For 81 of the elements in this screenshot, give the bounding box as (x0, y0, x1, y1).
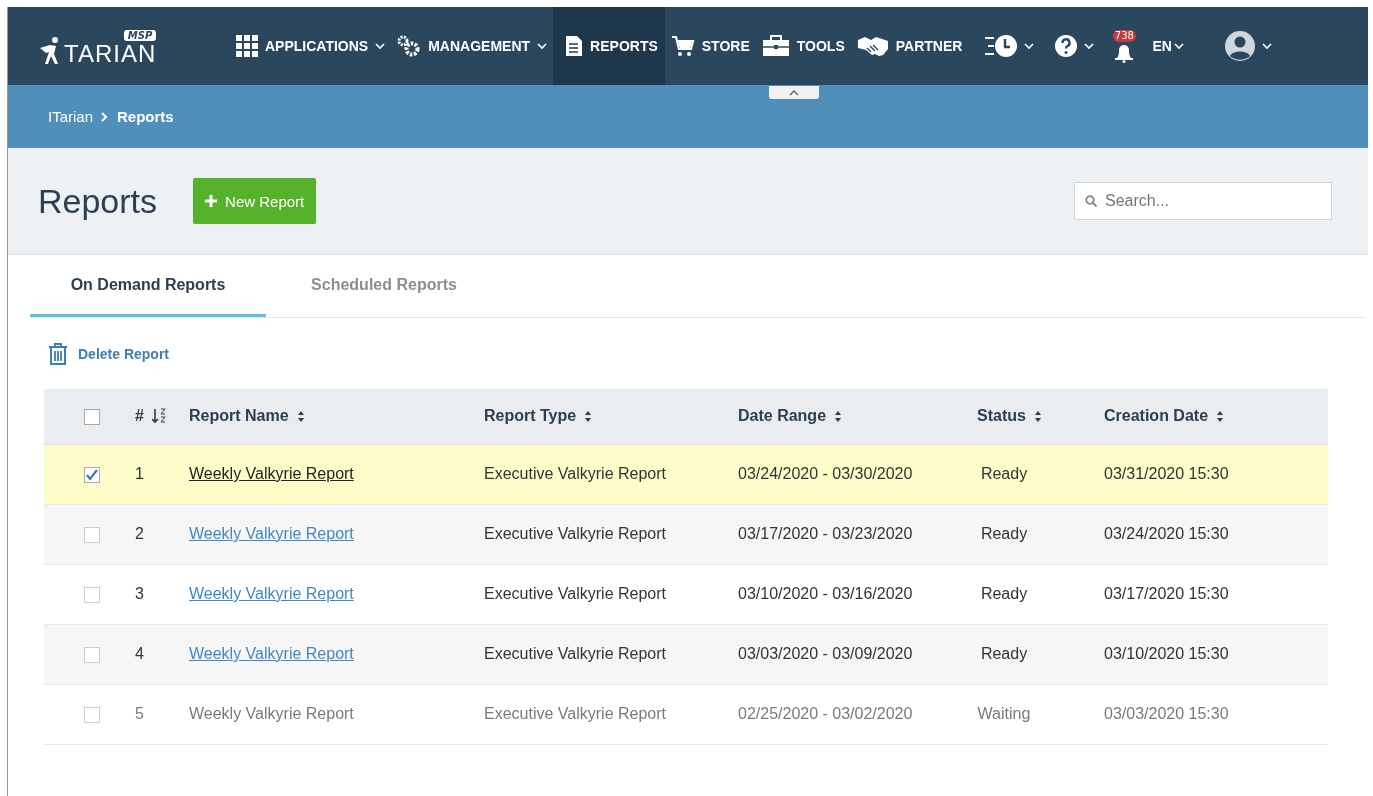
table-cell: 03/17/2020 15:30 (1104, 585, 1229, 602)
table-cell-text: Ready (979, 585, 1029, 603)
nav-item[interactable]: APPLICATIONS (230, 7, 392, 85)
tab[interactable]: On Demand Reports (30, 255, 266, 317)
table-cell-text: Ready (979, 645, 1029, 663)
table-cell: 03/10/2020 15:30 (1104, 645, 1229, 662)
table-cell: 02/25/2020 - 03/02/2020 (738, 705, 913, 722)
cart-icon (670, 35, 695, 57)
row-checkbox[interactable] (84, 646, 100, 663)
caret-icon (1084, 42, 1095, 50)
document-icon (565, 35, 584, 57)
breadcrumb-current: Reports (117, 108, 174, 125)
search-field[interactable]: Search... (1074, 182, 1332, 220)
caret-icon (1173, 42, 1184, 50)
gears-icon (397, 35, 422, 57)
nav-item[interactable]: MANAGEMENT (391, 7, 554, 85)
table-cell: Executive Valkyrie Report (484, 645, 666, 662)
sort-icon[interactable] (151, 408, 166, 425)
table-cell: Executive Valkyrie Report (484, 525, 666, 542)
row-checkbox[interactable] (84, 586, 100, 603)
logo-badge: MSP (123, 30, 157, 41)
table-cell-text: Ready (979, 525, 1029, 543)
table-cell-text: Ready (979, 465, 1029, 483)
column-header[interactable]: Status (977, 407, 1026, 426)
sort-icon[interactable] (1033, 409, 1042, 423)
table-cell: 03/24/2020 15:30 (1104, 525, 1229, 542)
column-header[interactable]: Creation Date (1104, 407, 1209, 426)
report-link[interactable]: Weekly Valkyrie Report (189, 525, 354, 542)
caret-icon (1261, 42, 1272, 50)
help-icon[interactable] (1054, 34, 1079, 58)
nav-item[interactable]: REPORTS (553, 7, 665, 85)
check-icon (86, 468, 98, 481)
language-selector[interactable]: EN (1152, 38, 1184, 54)
chevron-icon (101, 111, 110, 122)
row-number: 4 (135, 645, 144, 662)
sort-icon[interactable] (1216, 409, 1225, 423)
table-cell: 03/31/2020 15:30 (1104, 465, 1229, 482)
select-all-checkbox[interactable] (84, 409, 100, 425)
delete-report-button[interactable]: Delete Report (48, 342, 170, 365)
nav-item[interactable]: TOOLS (755, 7, 851, 85)
table-cell: 03/17/2020 - 03/23/2020 (738, 525, 913, 542)
table-cell: 03/03/2020 - 03/09/2020 (738, 645, 913, 662)
toolbox-icon (761, 35, 790, 57)
table-cell: 03/10/2020 - 03/16/2020 (738, 585, 913, 602)
caret-up-icon (789, 90, 799, 96)
report-link[interactable]: Weekly Valkyrie Report (189, 645, 354, 662)
handshake-icon (856, 35, 889, 57)
grid-icon (236, 35, 258, 57)
caret-icon (1024, 42, 1035, 50)
column-header[interactable]: Date Range (738, 407, 827, 426)
avatar-icon[interactable] (1223, 30, 1256, 62)
row-number: 1 (135, 465, 144, 482)
history-icon[interactable] (984, 33, 1019, 59)
row-number: 2 (135, 525, 144, 542)
sort-icon[interactable] (834, 409, 843, 423)
nav-item[interactable]: PARTNER (850, 7, 969, 85)
column-header[interactable]: # (135, 407, 144, 426)
row-number: 3 (135, 585, 144, 602)
table-cell: Executive Valkyrie Report (484, 705, 666, 722)
plus-icon (205, 195, 218, 207)
sort-icon[interactable] (584, 409, 593, 423)
column-header[interactable]: Report Type (484, 407, 577, 426)
row-number: 5 (135, 705, 144, 722)
table-cell: 03/03/2020 15:30 (1104, 705, 1229, 722)
row-checkbox[interactable] (84, 466, 100, 483)
nav-item[interactable]: STORE (664, 7, 756, 85)
breadcrumb-link[interactable]: ITarian (48, 108, 94, 125)
table-cell: Waiting (977, 705, 1031, 723)
report-link[interactable]: Weekly Valkyrie Report (189, 465, 354, 482)
report-link[interactable]: Weekly Valkyrie Report (189, 585, 354, 602)
row-checkbox[interactable] (84, 526, 100, 543)
search-icon (1085, 195, 1097, 207)
column-header[interactable]: Report Name (189, 407, 289, 426)
notification-badge: 738 (1112, 29, 1136, 42)
table-cell: Executive Valkyrie Report (484, 585, 666, 602)
trash-icon (48, 342, 68, 365)
page-title: Reports (38, 181, 158, 221)
table-cell: 03/24/2020 - 03/30/2020 (738, 465, 913, 482)
sort-icon[interactable] (296, 409, 305, 423)
table-cell: Executive Valkyrie Report (484, 465, 666, 482)
logo-text[interactable]: TARIAN (64, 42, 157, 66)
